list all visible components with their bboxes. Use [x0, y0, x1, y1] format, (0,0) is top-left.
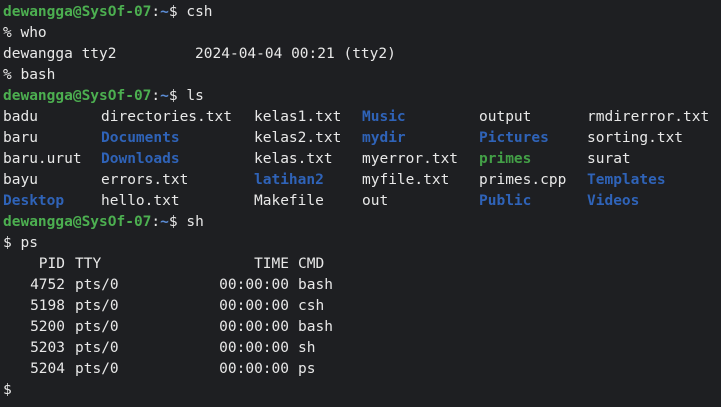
prompt-colon: : [151, 88, 161, 104]
prompt-cwd: ~ [160, 214, 169, 230]
prompt-line[interactable]: $ [3, 380, 718, 401]
ls-entry-file: hello.txt [101, 193, 180, 209]
prompt-colon: : [151, 214, 161, 230]
ls-entry-directory: mydir [362, 130, 406, 146]
ls-entry-file: Makefile [254, 193, 324, 209]
ls-entry-file: rmdirerror.txt [587, 109, 710, 125]
output-line: % who [3, 25, 47, 41]
ls-row: baru Documents kelas2.txt mydir Pictures sort… [3, 128, 718, 149]
ls-entry-directory: latihan2 [254, 172, 324, 188]
prompt-cwd: ~ [160, 4, 169, 20]
cursor [12, 380, 21, 397]
ls-row: badu directories.txt kelas1.txt Music output… [3, 107, 718, 128]
ps-cmd: sh [298, 340, 316, 356]
ps-header-cmd: CMD [298, 256, 325, 272]
ls-entry-directory: Documents [101, 130, 180, 146]
ls-entry-directory: Music [362, 109, 406, 125]
ps-header-time: TIME [254, 256, 289, 272]
prompt-colon: : [151, 4, 161, 20]
terminal-window[interactable]: dewangga@SysOf-07:~$ csh % who dewangga … [0, 0, 721, 407]
ls-entry-file: surat [587, 151, 631, 167]
output-line: $ ps [3, 235, 38, 251]
command-text: csh [186, 4, 213, 20]
ps-cmd: bash [298, 319, 333, 335]
ls-row: Desktop hello.txt Makefile out Public Videos [3, 191, 718, 212]
output-line: % bash [3, 67, 56, 83]
ps-header: PID TTY TIME CMD [3, 254, 718, 275]
ps-time: 00:00:00 [219, 319, 289, 335]
prompt-line: dewangga@SysOf-07:~$ sh [3, 212, 718, 233]
ps-tty: pts/0 [75, 340, 119, 356]
ps-time: 00:00:00 [219, 298, 289, 314]
ps-row: 5198 pts/0 00:00:00 csh [3, 296, 718, 317]
ps-tty: pts/0 [75, 361, 119, 377]
ps-cmd: csh [298, 298, 325, 314]
ls-entry-directory: Downloads [101, 151, 180, 167]
ps-pid: 4752 [30, 277, 65, 293]
ps-row: 5204 pts/0 00:00:00 ps [3, 359, 718, 380]
ls-entry-executable: primes [479, 151, 532, 167]
output-line: dewangga tty2 2024-04-04 00:21 (tty2) [3, 46, 396, 62]
ls-row: bayu errors.txt latihan2 myfile.txt primes.c… [3, 170, 718, 191]
prompt-user-host: dewangga@SysOf-07 [3, 4, 152, 20]
prompt-line: dewangga@SysOf-07:~$ ls [3, 86, 718, 107]
ls-row: baru.urut Downloads kelas.txt myerror.txt pr… [3, 149, 718, 170]
ls-listing: badu directories.txt kelas1.txt Music output… [3, 107, 718, 212]
prompt-symbol: $ [168, 214, 178, 230]
ps-row: 4752 pts/0 00:00:00 bash [3, 275, 718, 296]
ps-cmd: ps [298, 361, 316, 377]
ls-entry-directory: Pictures [479, 130, 549, 146]
ps-header-pid: PID [38, 256, 65, 272]
ps-pid: 5198 [30, 298, 65, 314]
command-text: ls [186, 88, 204, 104]
ls-entry-file: out [362, 193, 389, 209]
ps-pid: 5203 [30, 340, 65, 356]
ps-tty: pts/0 [75, 298, 119, 314]
ps-row: 5200 pts/0 00:00:00 bash [3, 317, 718, 338]
ls-entry-file: baru [3, 130, 38, 146]
ls-entry-directory: Templates [587, 172, 666, 188]
ls-entry-file: badu [3, 109, 38, 125]
ps-pid: 5200 [30, 319, 65, 335]
ps-pid: 5204 [30, 361, 65, 377]
ps-time: 00:00:00 [219, 340, 289, 356]
ps-time: 00:00:00 [219, 361, 289, 377]
prompt-symbol: $ [168, 4, 178, 20]
ls-entry-file: kelas2.txt [254, 130, 342, 146]
ls-entry-file: primes.cpp [479, 172, 567, 188]
ps-tty: pts/0 [75, 319, 119, 335]
prompt-symbol: $ [3, 382, 12, 398]
ls-entry-file: sorting.txt [587, 130, 684, 146]
ls-entry-file: myerror.txt [362, 151, 459, 167]
ps-header-tty: TTY [75, 256, 102, 272]
ls-entry-directory: Videos [587, 193, 640, 209]
ls-entry-file: baru.urut [3, 151, 82, 167]
ps-rows: 4752 pts/0 00:00:00 bash 5198 pts/0 00:00:00 cs… [3, 275, 718, 380]
prompt-line: dewangga@SysOf-07:~$ csh [3, 2, 718, 23]
ps-tty: pts/0 [75, 277, 119, 293]
prompt-symbol: $ [168, 88, 178, 104]
ls-entry-file: output [479, 109, 532, 125]
ls-entry-file: directories.txt [101, 109, 232, 125]
ls-entry-file: kelas1.txt [254, 109, 342, 125]
ls-entry-file: bayu [3, 172, 38, 188]
prompt-user-host: dewangga@SysOf-07 [3, 88, 152, 104]
ls-entry-file: kelas.txt [254, 151, 333, 167]
ls-entry-directory: Desktop [3, 193, 65, 209]
command-text: sh [186, 214, 204, 230]
ls-entry-directory: Public [479, 193, 532, 209]
ps-row: 5203 pts/0 00:00:00 sh [3, 338, 718, 359]
prompt-user-host: dewangga@SysOf-07 [3, 214, 152, 230]
ls-entry-file: errors.txt [101, 172, 189, 188]
ps-cmd: bash [298, 277, 333, 293]
ls-entry-file: myfile.txt [362, 172, 450, 188]
prompt-cwd: ~ [160, 88, 169, 104]
ps-time: 00:00:00 [219, 277, 289, 293]
